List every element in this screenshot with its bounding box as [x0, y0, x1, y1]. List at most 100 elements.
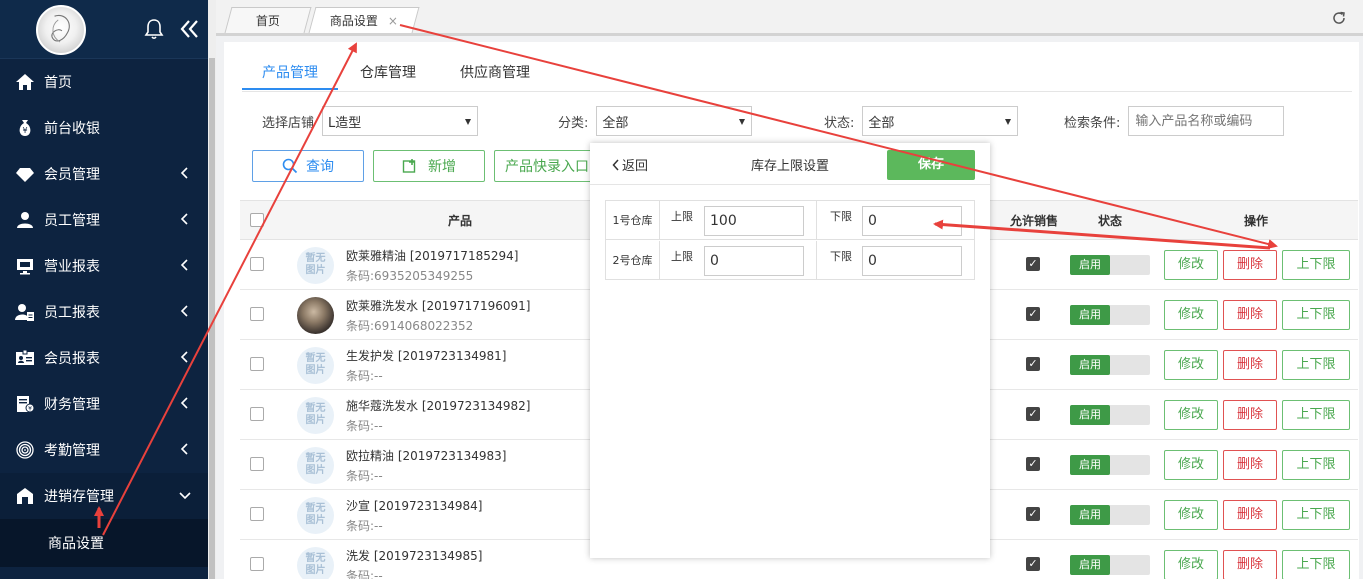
dropdown-arrow-icon: [1005, 119, 1012, 125]
limits-button[interactable]: 上下限: [1282, 300, 1350, 330]
limits-button[interactable]: 上下限: [1282, 250, 1350, 280]
status-select[interactable]: 全部: [862, 106, 1019, 136]
status-toggle[interactable]: 启用: [1070, 555, 1150, 575]
tab-goods-settings[interactable]: 商品设置 ×: [308, 7, 420, 33]
svg-text:¥: ¥: [22, 126, 27, 135]
row-checkbox[interactable]: [250, 457, 264, 471]
lower-limit-input[interactable]: [862, 246, 962, 276]
lower-limit-input[interactable]: [862, 206, 962, 236]
row-checkbox[interactable]: [250, 557, 264, 571]
upper-limit-label: 上限: [671, 210, 693, 223]
allow-sale-checkbox[interactable]: ✓: [1026, 507, 1040, 521]
sidebar-item-members[interactable]: 会员管理: [0, 151, 208, 197]
tab-suppliers[interactable]: 供应商管理: [438, 56, 552, 90]
upper-limit-label: 上限: [671, 250, 693, 263]
sidebar-subitem-goods-settings[interactable]: 商品设置: [0, 519, 208, 567]
row-checkbox[interactable]: [250, 307, 264, 321]
save-button[interactable]: 保存: [887, 150, 975, 180]
allow-sale-checkbox[interactable]: ✓: [1026, 357, 1040, 371]
close-icon[interactable]: ×: [388, 14, 398, 28]
sidebar-item-attendance[interactable]: 考勤管理: [0, 427, 208, 473]
select-all-checkbox[interactable]: [250, 213, 264, 227]
edit-button[interactable]: 修改: [1164, 400, 1218, 430]
edit-button[interactable]: 修改: [1164, 500, 1218, 530]
sidebar-item-staff[interactable]: 员工管理: [0, 197, 208, 243]
delete-button[interactable]: 删除: [1223, 450, 1277, 480]
status-toggle[interactable]: 启用: [1070, 305, 1150, 325]
fingerprint-icon: [14, 439, 36, 461]
tab-warehouses[interactable]: 仓库管理: [338, 56, 438, 90]
edit-button[interactable]: 修改: [1164, 350, 1218, 380]
row-checkbox[interactable]: [250, 257, 264, 271]
delete-button[interactable]: 删除: [1223, 350, 1277, 380]
allow-sale-checkbox[interactable]: ✓: [1026, 257, 1040, 271]
query-button[interactable]: 查询: [252, 150, 364, 182]
sidebar-item-home[interactable]: 首页: [0, 59, 208, 105]
status-toggle[interactable]: 启用: [1070, 405, 1150, 425]
limits-button[interactable]: 上下限: [1282, 500, 1350, 530]
upper-limit-input[interactable]: [704, 246, 804, 276]
delete-button[interactable]: 删除: [1223, 250, 1277, 280]
edit-button[interactable]: 修改: [1164, 300, 1218, 330]
chevron-left-icon: [180, 305, 188, 317]
toggle-on-label: 启用: [1070, 355, 1110, 375]
add-button[interactable]: 新增: [373, 150, 485, 182]
tab-home[interactable]: 首页: [224, 7, 312, 33]
allow-sale-checkbox[interactable]: ✓: [1026, 407, 1040, 421]
limits-button[interactable]: 上下限: [1282, 550, 1350, 579]
search-icon: [282, 158, 298, 174]
limits-button[interactable]: 上下限: [1282, 450, 1350, 480]
product-thumbnail: [297, 297, 334, 334]
sidebar-scrollbar[interactable]: [208, 0, 216, 579]
limits-button[interactable]: 上下限: [1282, 350, 1350, 380]
allow-sale-checkbox[interactable]: ✓: [1026, 557, 1040, 571]
row-checkbox[interactable]: [250, 357, 264, 371]
delete-button[interactable]: 删除: [1223, 500, 1277, 530]
edit-button[interactable]: 修改: [1164, 250, 1218, 280]
sidebar-item-inventory[interactable]: 进销存管理: [0, 473, 208, 519]
delete-button[interactable]: 删除: [1223, 550, 1277, 579]
status-filter: 状态: 全部: [824, 106, 1019, 136]
status-toggle[interactable]: 启用: [1070, 355, 1150, 375]
allow-sale-checkbox[interactable]: ✓: [1026, 457, 1040, 471]
avatar[interactable]: [36, 5, 86, 55]
delete-button[interactable]: 删除: [1223, 400, 1277, 430]
edit-button[interactable]: 修改: [1164, 550, 1218, 579]
allow-sale-checkbox[interactable]: ✓: [1026, 307, 1040, 321]
tab-label: 首页: [255, 14, 280, 28]
sidebar-item-finance[interactable]: ¥ 财务管理: [0, 381, 208, 427]
limits-button[interactable]: 上下限: [1282, 400, 1350, 430]
sidebar-item-cashier[interactable]: ¥ 前台收银: [0, 105, 208, 151]
edit-button[interactable]: 修改: [1164, 450, 1218, 480]
search-input[interactable]: [1128, 106, 1285, 136]
divider: [242, 91, 1352, 92]
quick-entry-button[interactable]: 产品快录入口: [494, 150, 594, 182]
product-name: 欧莱雅洗发水 [2019717196091]: [346, 299, 531, 313]
tab-label: 商品设置: [329, 14, 378, 28]
delete-button[interactable]: 删除: [1223, 300, 1277, 330]
search-label: 检索条件:: [1064, 115, 1121, 131]
status-toggle[interactable]: 启用: [1070, 255, 1150, 275]
sidebar-item-business-report[interactable]: 营业报表: [0, 243, 208, 289]
refresh-icon[interactable]: [1331, 10, 1347, 26]
sidebar-item-member-report[interactable]: 会员报表: [0, 335, 208, 381]
status-toggle[interactable]: 启用: [1070, 455, 1150, 475]
upper-limit-input[interactable]: [704, 206, 804, 236]
store-filter: 选择店铺 L造型: [262, 106, 479, 136]
category-select[interactable]: 全部: [596, 106, 753, 136]
bell-icon[interactable]: [144, 18, 164, 40]
row-checkbox[interactable]: [250, 507, 264, 521]
scrollbar-thumb[interactable]: [209, 58, 215, 579]
store-select[interactable]: L造型: [322, 106, 479, 136]
tab-products[interactable]: 产品管理: [242, 56, 338, 90]
sidebar-item-staff-report[interactable]: 员工报表: [0, 289, 208, 335]
row-checkbox[interactable]: [250, 407, 264, 421]
status-toggle[interactable]: 启用: [1070, 505, 1150, 525]
sidebar-item-label: 考勤管理: [44, 443, 100, 459]
monitor-icon: [14, 255, 36, 277]
product-name: 施华蔻洗发水 [2019723134982]: [346, 399, 531, 413]
finance-doc-icon: ¥: [14, 393, 36, 415]
warehouse-limits-table: 1号仓库 上限 下限 2号仓库 上限 下限: [605, 200, 975, 280]
collapse-icon[interactable]: [178, 18, 202, 40]
chevron-left-icon: [180, 351, 188, 363]
